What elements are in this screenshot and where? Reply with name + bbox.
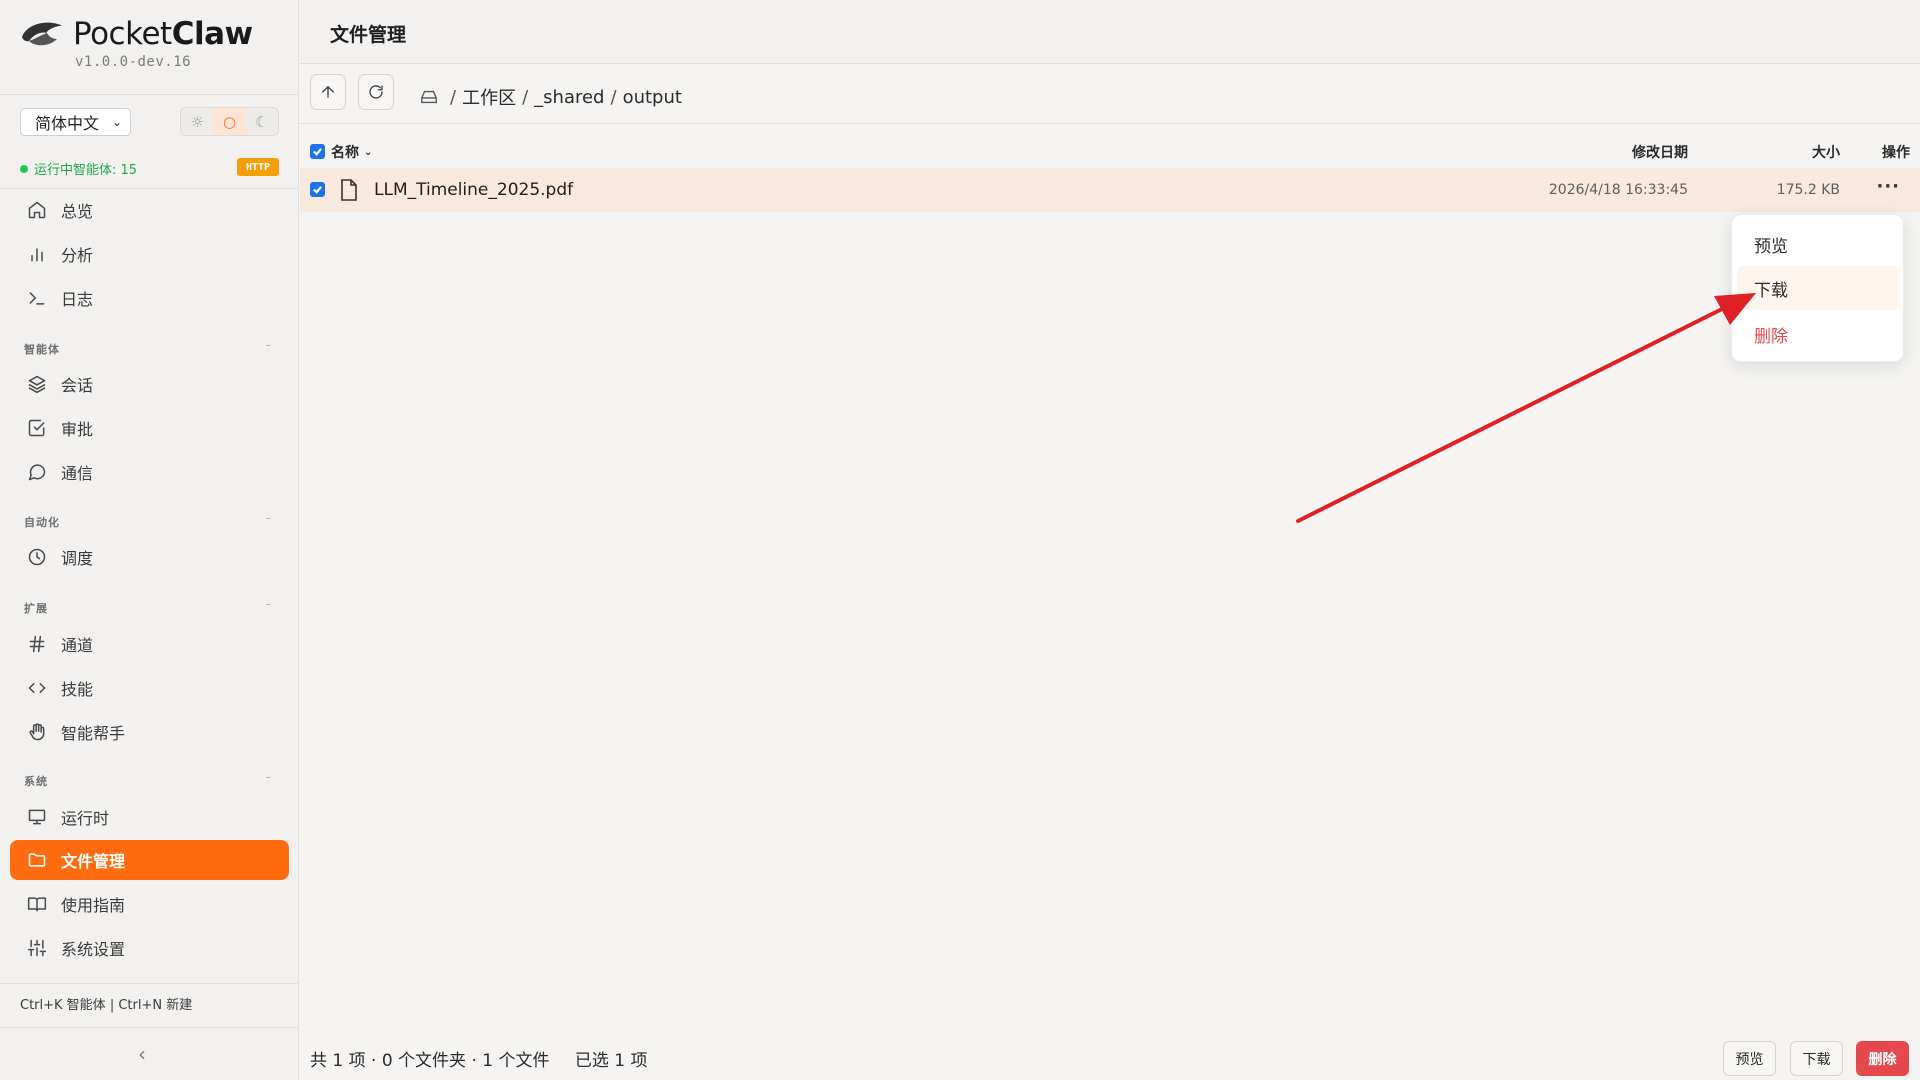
brand-name: PocketClaw xyxy=(73,16,253,52)
divider xyxy=(0,983,299,984)
menu-item-delete[interactable]: 删除 xyxy=(1737,312,1900,356)
sun-icon[interactable]: ☼ xyxy=(181,108,213,135)
protocol-badge: HTTP xyxy=(237,158,279,176)
sliders-icon xyxy=(27,939,47,957)
theme-toggle[interactable]: ☼ ○ ☾ xyxy=(180,107,279,136)
divider xyxy=(0,1027,299,1028)
app-version: v1.0.0-dev.16 xyxy=(75,54,192,70)
row-checkbox[interactable] xyxy=(310,182,325,197)
sidebar-item-file-manager[interactable]: 文件管理 xyxy=(10,840,289,880)
breadcrumb-workspace[interactable]: 工作区 xyxy=(462,84,516,110)
column-size[interactable]: 大小 xyxy=(1812,142,1840,162)
sidebar-item-messaging[interactable]: 通信 xyxy=(10,452,289,492)
breadcrumb-shared[interactable]: _shared xyxy=(534,87,604,108)
hand-icon xyxy=(29,723,45,741)
file-modified: 2026/4/18 16:33:45 xyxy=(1548,182,1688,198)
arrow-up-icon xyxy=(322,86,334,98)
code-icon xyxy=(28,683,46,693)
menu-item-preview[interactable]: 预览 xyxy=(1737,222,1900,266)
table-header: 名称 ⌄ 修改日期 大小 操作 xyxy=(300,138,1920,166)
check-icon xyxy=(313,148,323,156)
preview-button[interactable]: 预览 xyxy=(1723,1041,1776,1076)
menu-item-download[interactable]: 下载 xyxy=(1737,266,1900,310)
up-directory-button[interactable] xyxy=(310,74,346,110)
column-name: 名称 xyxy=(331,145,359,161)
sidebar-item-sessions[interactable]: 会话 xyxy=(10,364,289,404)
column-name-sort[interactable]: 名称 ⌄ xyxy=(331,142,372,162)
file-size: 175.2 KB xyxy=(1776,182,1840,198)
item-count-summary: 共 1 项 · 0 个文件夹 · 1 个文件 xyxy=(310,1051,550,1071)
sidebar-item-analytics[interactable]: 分析 xyxy=(10,234,289,274)
agent-status-text: 运行中智能体: 15 xyxy=(34,163,138,178)
status-dot xyxy=(20,164,28,173)
divider xyxy=(0,94,299,95)
terminal-icon xyxy=(29,292,45,305)
sidebar-item-skills[interactable]: 技能 xyxy=(10,668,289,708)
section-title-system: 系统 xyxy=(24,775,48,788)
language-select[interactable]: 简体中文 ⌄ xyxy=(20,108,131,136)
section-title-extensions: 扩展 xyxy=(24,602,48,615)
file-icon xyxy=(340,179,358,201)
column-actions: 操作 xyxy=(1882,145,1910,161)
home-icon xyxy=(28,201,46,219)
brand[interactable]: PocketClaw xyxy=(19,14,253,54)
sidebar-item-approvals[interactable]: 审批 xyxy=(10,408,289,448)
drive-icon[interactable] xyxy=(420,89,438,105)
chevron-collapse-icon[interactable]: – xyxy=(266,599,271,610)
hash-icon xyxy=(29,635,45,653)
delete-button[interactable]: 删除 xyxy=(1856,1041,1909,1076)
chevron-down-icon: ⌄ xyxy=(111,115,122,129)
divider xyxy=(0,188,299,189)
refresh-icon xyxy=(369,85,383,99)
clock-icon xyxy=(28,548,46,566)
sidebar-item-channels[interactable]: 通道 xyxy=(10,624,289,664)
moon-icon[interactable]: ☾ xyxy=(246,108,278,135)
file-name[interactable]: LLM_Timeline_2025.pdf xyxy=(374,180,573,200)
chevron-collapse-icon[interactable]: – xyxy=(266,340,271,351)
pocketclaw-logo-icon xyxy=(22,22,64,46)
context-menu: 预览 下载 删除 xyxy=(1731,214,1904,362)
sidebar-item-overview[interactable]: 总览 xyxy=(10,190,289,230)
agent-status: 运行中智能体: 15 xyxy=(20,159,137,178)
page-title: 文件管理 xyxy=(330,24,407,46)
more-actions-icon[interactable]: ··· xyxy=(1876,176,1900,197)
monitor-icon xyxy=(28,809,46,825)
status-bar: 共 1 项 · 0 个文件夹 · 1 个文件 已选 1 项 xyxy=(310,1046,648,1071)
message-icon xyxy=(28,464,46,481)
folder-icon xyxy=(28,853,46,867)
select-all-checkbox[interactable] xyxy=(310,144,325,159)
sidebar-item-assistant[interactable]: 智能帮手 xyxy=(10,712,289,752)
breadcrumb-output[interactable]: output xyxy=(623,87,682,108)
bar-chart-icon xyxy=(31,248,43,262)
chevron-down-icon: ⌄ xyxy=(364,146,373,158)
check-icon xyxy=(313,186,323,194)
breadcrumb: / 工作区 / _shared / output xyxy=(420,84,682,110)
collapse-sidebar-icon[interactable]: ‹ xyxy=(138,1042,146,1066)
selection-count: 已选 1 项 xyxy=(574,1051,648,1071)
file-toolbar: / 工作区 / _shared / output xyxy=(300,64,1920,124)
page-header: 文件管理 xyxy=(300,0,1920,64)
sidebar-item-schedule[interactable]: 调度 xyxy=(10,537,289,577)
table-row[interactable]: LLM_Timeline_2025.pdf 2026/4/18 16:33:45… xyxy=(300,168,1920,212)
language-value: 简体中文 xyxy=(35,114,100,133)
sidebar-item-settings[interactable]: 系统设置 xyxy=(10,928,289,968)
check-square-icon xyxy=(28,419,45,437)
sidebar-item-runtime[interactable]: 运行时 xyxy=(10,797,289,837)
column-modified[interactable]: 修改日期 xyxy=(1632,142,1688,162)
sidebar-item-logs[interactable]: 日志 xyxy=(10,278,289,318)
chevron-collapse-icon[interactable]: – xyxy=(266,772,271,783)
book-icon xyxy=(27,897,47,912)
section-title-automation: 自动化 xyxy=(24,516,60,529)
refresh-button[interactable] xyxy=(358,74,394,110)
section-title-agents: 智能体 xyxy=(24,343,60,356)
circle-icon[interactable]: ○ xyxy=(213,108,246,135)
sidebar: PocketClaw v1.0.0-dev.16 简体中文 ⌄ ☼ ○ ☾ 运行… xyxy=(0,0,299,1080)
sidebar-item-guide[interactable]: 使用指南 xyxy=(10,884,289,924)
layers-icon xyxy=(28,375,46,394)
keyboard-shortcuts-hint: Ctrl+K 智能体 | Ctrl+N 新建 xyxy=(20,998,193,1013)
download-button[interactable]: 下载 xyxy=(1790,1041,1843,1076)
chevron-collapse-icon[interactable]: – xyxy=(266,513,271,524)
